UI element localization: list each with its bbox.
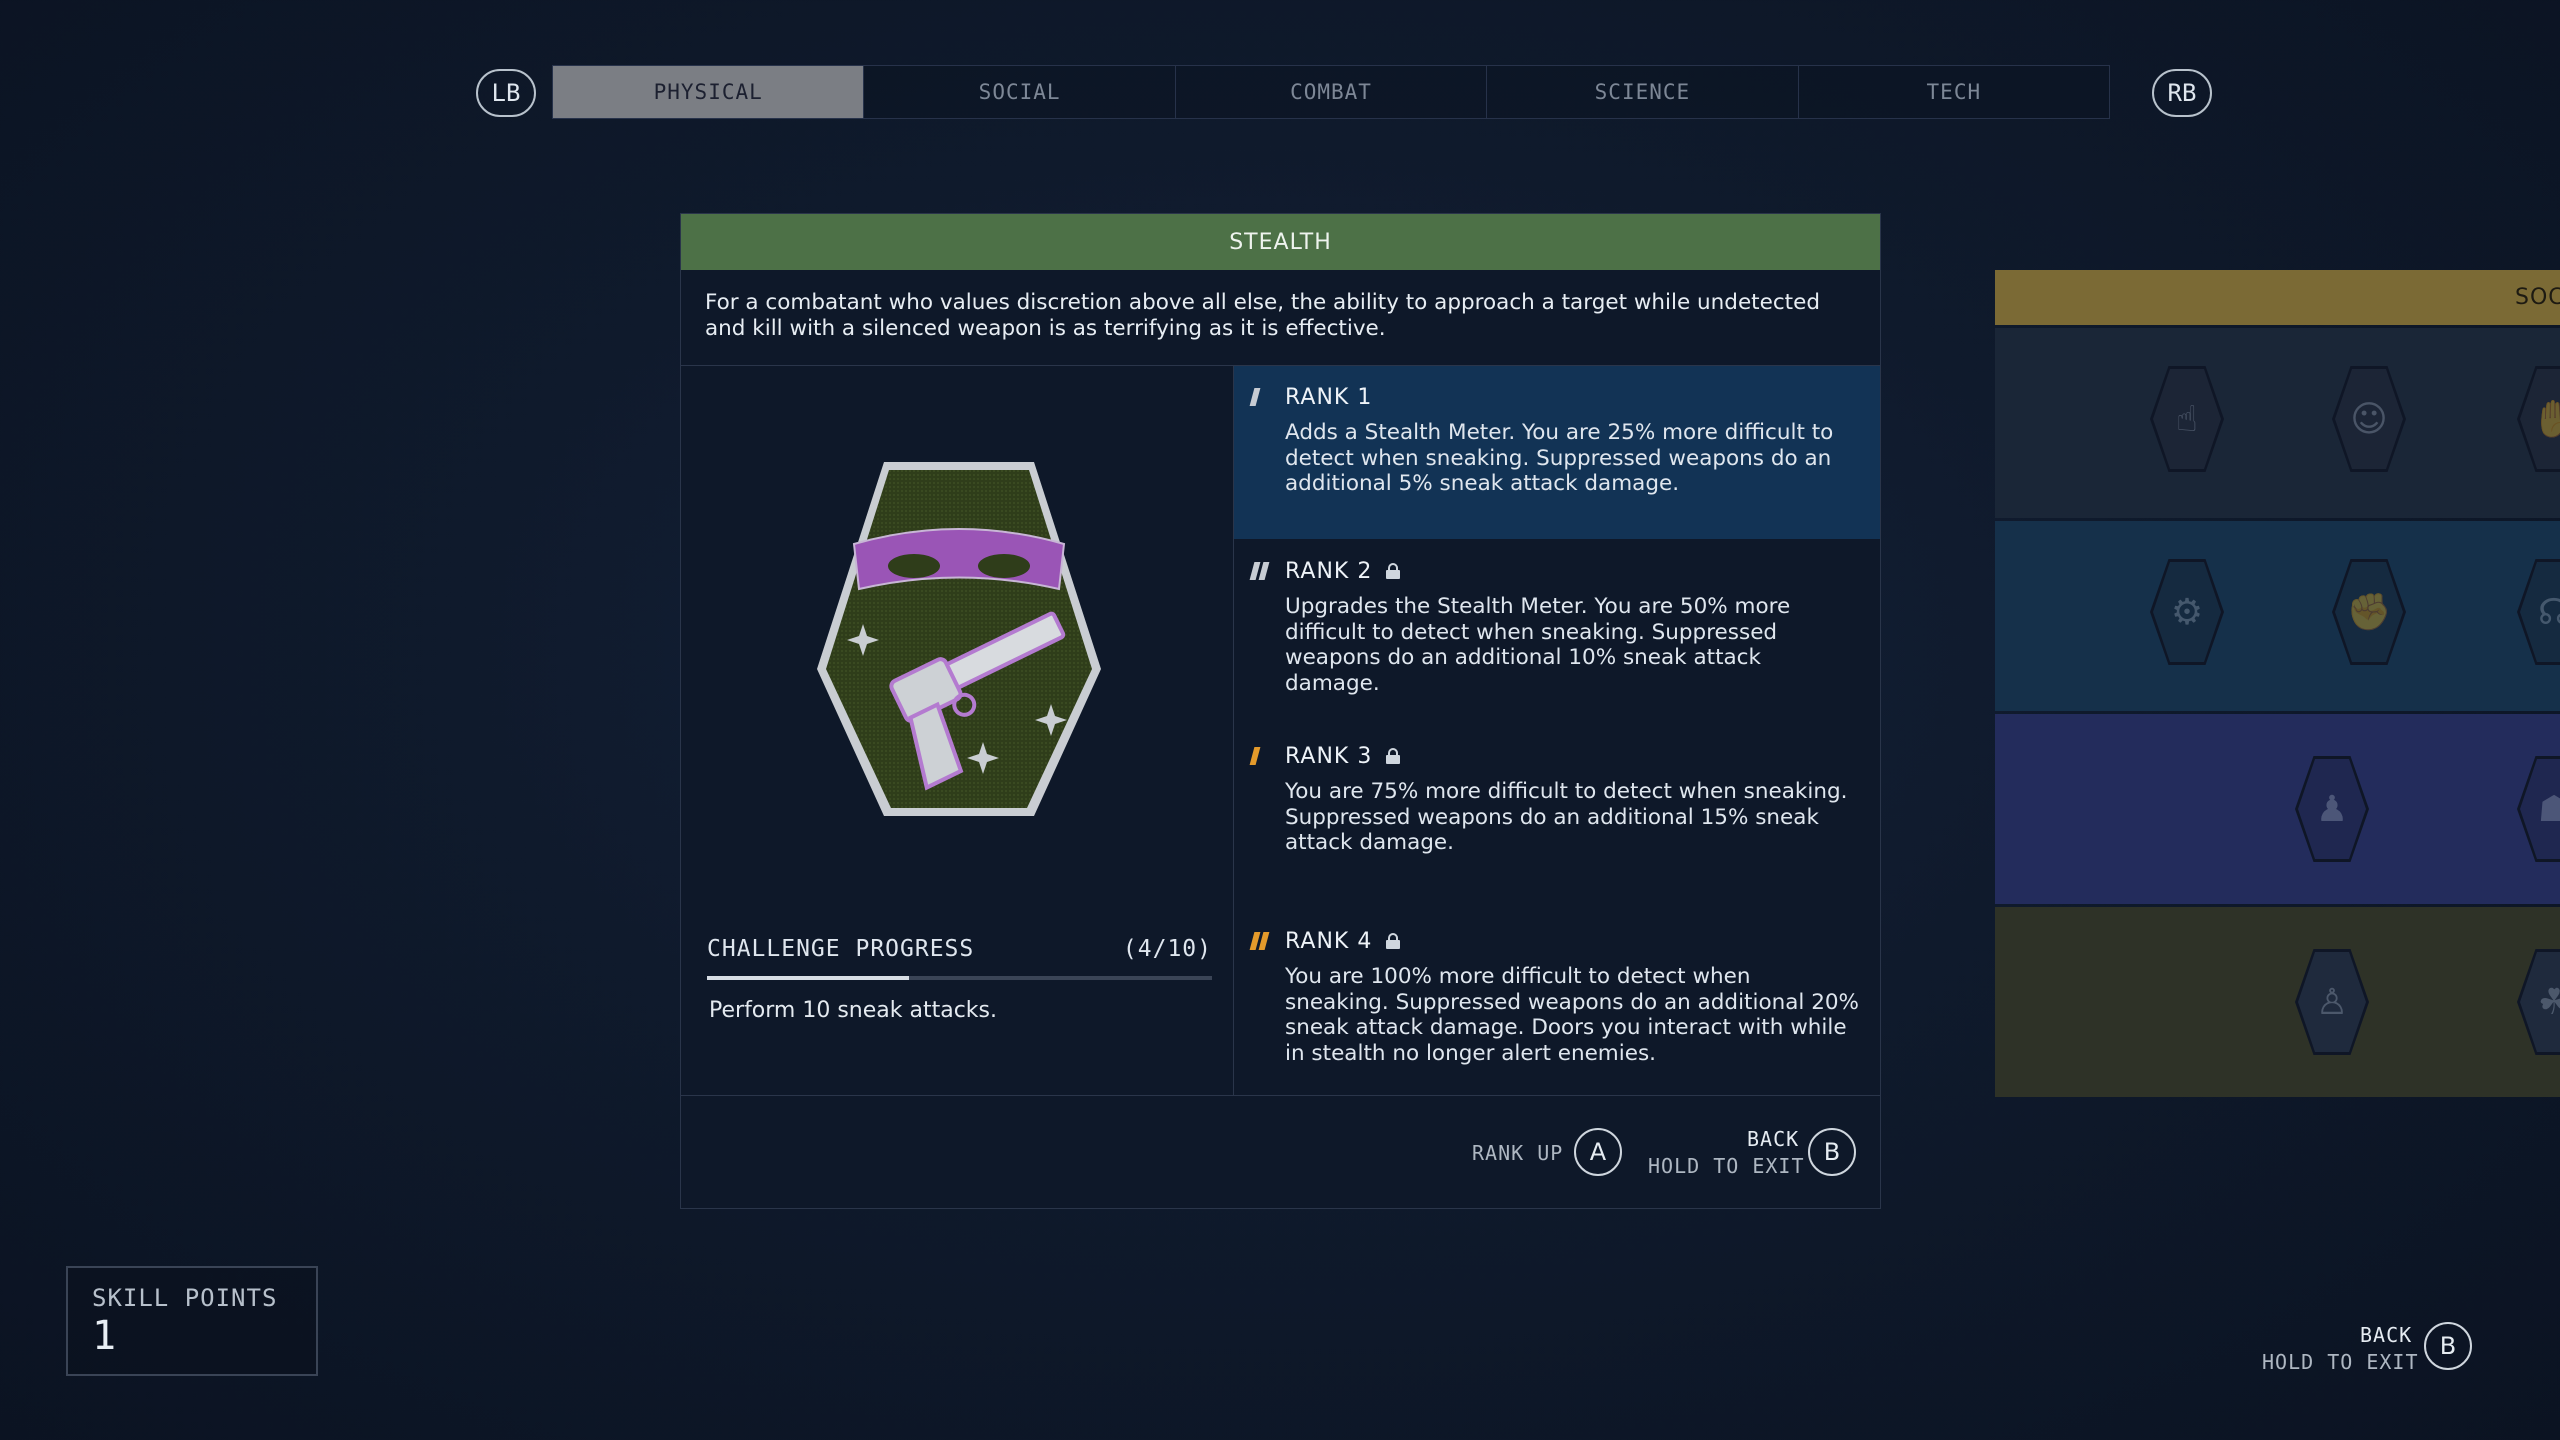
challenge-task: Perform 10 sneak attacks. (709, 998, 997, 1023)
challenge-title: CHALLENGE PROGRESS (707, 936, 975, 962)
skill-description: For a combatant who values discretion ab… (681, 270, 1880, 366)
rank-description: You are 75% more difficult to detect whe… (1285, 779, 1848, 855)
partial-perk-icon[interactable]: ✋ (2517, 366, 2560, 472)
partial-perk-icon[interactable]: ☊ (2517, 559, 2560, 665)
skill-points-value: 1 (92, 1313, 117, 1359)
rank-item-4[interactable]: RANK 4 You are 100% more difficult to de… (1234, 926, 1880, 1095)
perk-row-1: ☝ ☺ ✋ (1995, 328, 2560, 518)
skill-category-tabs: PHYSICAL SOCIAL COMBAT SCIENCE TECH (552, 65, 2110, 119)
perk-row-3: ♟ ☗ (1995, 714, 2560, 904)
rank-marker-icon (1249, 388, 1261, 406)
rank-list: RANK 1 Adds a Stealth Meter. You are 25%… (1234, 366, 1880, 1095)
rank-up-label: RANK UP (1472, 1141, 1564, 1165)
rank-description: Adds a Stealth Meter. You are 25% more d… (1285, 420, 1834, 496)
finger-gesture-icon[interactable]: ☝ (2150, 366, 2224, 472)
challenge-count: (4/10) (1122, 936, 1212, 962)
skill-points-label: SKILL POINTS (92, 1284, 278, 1312)
tab-social[interactable]: SOCIAL (864, 66, 1176, 118)
rank-item-3[interactable]: RANK 3 You are 75% more difficult to det… (1234, 741, 1880, 891)
rank-up-a-button[interactable]: A (1574, 1128, 1622, 1176)
partial-perk-icon[interactable]: ☗ (2517, 756, 2560, 862)
robot-head-icon[interactable]: ⚙ (2150, 559, 2224, 665)
masked-bandit-pistol-icon (817, 462, 1101, 816)
lock-icon (1386, 563, 1401, 579)
mask-icon[interactable]: ☺ (2332, 366, 2406, 472)
rank-title: RANK 3 (1285, 743, 1373, 769)
tab-science[interactable]: SCIENCE (1487, 66, 1799, 118)
challenge-progress-bar (707, 976, 1212, 980)
rank-marker-icon (1249, 932, 1270, 950)
global-back-b-button[interactable]: B (2424, 1322, 2472, 1370)
rank-title: RANK 1 (1285, 384, 1373, 410)
partial-perk-icon[interactable]: ☘ (2517, 949, 2560, 1055)
skill-badge-column: CHALLENGE PROGRESS (4/10) Perform 10 sne… (681, 366, 1234, 1095)
lb-bumper-button[interactable]: LB (476, 69, 536, 117)
social-grid-header: SOC (1995, 270, 2560, 325)
puppet-icon[interactable]: ♙ (2295, 949, 2369, 1055)
back-label: BACK (1747, 1127, 1800, 1151)
global-hold-to-exit-label: HOLD TO EXIT (2262, 1350, 2419, 1374)
panel-footer: RANK UP A BACK HOLD TO EXIT B (681, 1095, 1880, 1209)
skill-points-box: SKILL POINTS 1 (66, 1266, 318, 1376)
rank-marker-icon (1249, 747, 1261, 765)
hold-to-exit-label: HOLD TO EXIT (1648, 1154, 1805, 1178)
skill-body: CHALLENGE PROGRESS (4/10) Perform 10 sne… (681, 366, 1880, 1095)
rb-bumper-button[interactable]: RB (2152, 69, 2212, 117)
rank-description: Upgrades the Stealth Meter. You are 50% … (1285, 594, 1791, 696)
rank-description: You are 100% more difficult to detect wh… (1285, 964, 1859, 1066)
rank-item-2[interactable]: RANK 2 Upgrades the Stealth Meter. You a… (1234, 556, 1880, 726)
rank-marker-icon (1249, 562, 1270, 580)
rank-item-1[interactable]: RANK 1 Adds a Stealth Meter. You are 25%… (1234, 366, 1880, 539)
tab-physical[interactable]: PHYSICAL (553, 66, 865, 118)
tab-combat[interactable]: COMBAT (1175, 66, 1488, 118)
lock-icon (1386, 748, 1401, 764)
skill-detail-panel: STEALTH For a combatant who values discr… (680, 213, 1881, 1209)
perk-row-2: ⚙ ✊ ☊ (1995, 521, 2560, 711)
challenge-progress-fill (707, 976, 909, 980)
rank-title: RANK 2 (1285, 558, 1373, 584)
perk-row-4: ♙ ☘ (1995, 907, 2560, 1097)
social-perk-grid: SOC ☝ ☺ ✋ ⚙ ✊ ☊ ♟ ☗ ♙ ☘ (1995, 270, 2560, 1100)
challenge-progress: CHALLENGE PROGRESS (4/10) Perform 10 sne… (707, 936, 1212, 1023)
skill-title: STEALTH (681, 214, 1880, 270)
rank-title: RANK 4 (1285, 928, 1373, 954)
presenter-icon[interactable]: ♟ (2295, 756, 2369, 862)
global-back-label: BACK (2360, 1323, 2413, 1347)
lock-icon (1386, 933, 1401, 949)
tab-tech[interactable]: TECH (1798, 66, 2110, 118)
handshake-icon[interactable]: ✊ (2332, 559, 2406, 665)
back-b-button[interactable]: B (1808, 1128, 1856, 1176)
